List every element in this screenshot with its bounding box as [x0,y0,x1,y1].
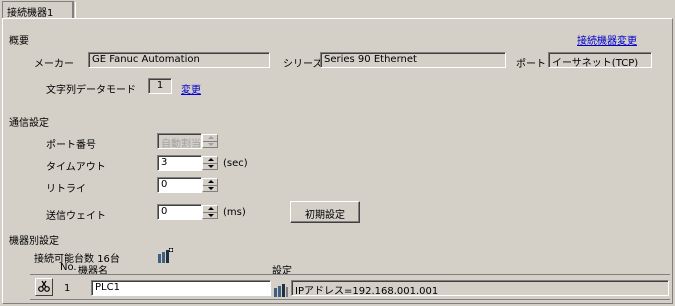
device-settings-icon[interactable] [273,282,289,298]
maker-label: メーカー [34,59,74,70]
device-settings-field: IPアドレス=192.168.001.001 [291,280,669,296]
port-field: イーサネット(TCP) [548,52,652,68]
port-no-input[interactable]: 自動割当 [157,133,202,149]
retry-stepper[interactable] [202,178,218,192]
port-no-label: ポート番号 [46,140,96,151]
init-settings-button[interactable]: 初期設定 [290,201,360,223]
wait-unit: (ms) [223,207,246,218]
col-no-header: No. [60,262,77,273]
scissors-icon [38,280,50,292]
device-heading: 機器別設定 [9,236,59,247]
tab-device-1[interactable]: 接続機器1 [2,1,76,19]
change-device-link[interactable]: 接続機器変更 [577,32,637,47]
retry-input[interactable]: 0 [157,177,202,193]
maker-field: GE Fanuc Automation [88,52,270,68]
retry-label: リトライ [46,184,86,195]
wait-stepper[interactable] [202,205,218,219]
port-no-stepper[interactable] [202,134,218,148]
timeout-unit: (sec) [223,158,248,169]
timeout-stepper[interactable] [202,156,218,170]
grid-line-top [30,274,670,275]
wait-label: 送信ウェイト [46,211,106,222]
grid-line-bottom [30,299,670,300]
add-device-icon[interactable] [157,248,173,264]
delete-device-button[interactable] [35,278,53,296]
series-field: Series 90 Ethernet [320,52,506,68]
text-mode-label: 文字列データモード [46,85,136,96]
comm-heading: 通信設定 [9,118,49,129]
series-label: シリーズ [283,59,323,70]
timeout-label: タイムアウト [46,162,106,173]
text-mode-change-link[interactable]: 変更 [181,81,201,96]
row-no: 1 [64,283,71,294]
overview-heading: 概要 [9,36,29,47]
timeout-input[interactable]: 3 [157,155,202,171]
text-mode-value: 1 [148,78,172,94]
device-name-input[interactable]: PLC1 [91,280,271,296]
wait-input[interactable]: 0 [157,204,202,220]
port-label: ポート [516,59,546,70]
